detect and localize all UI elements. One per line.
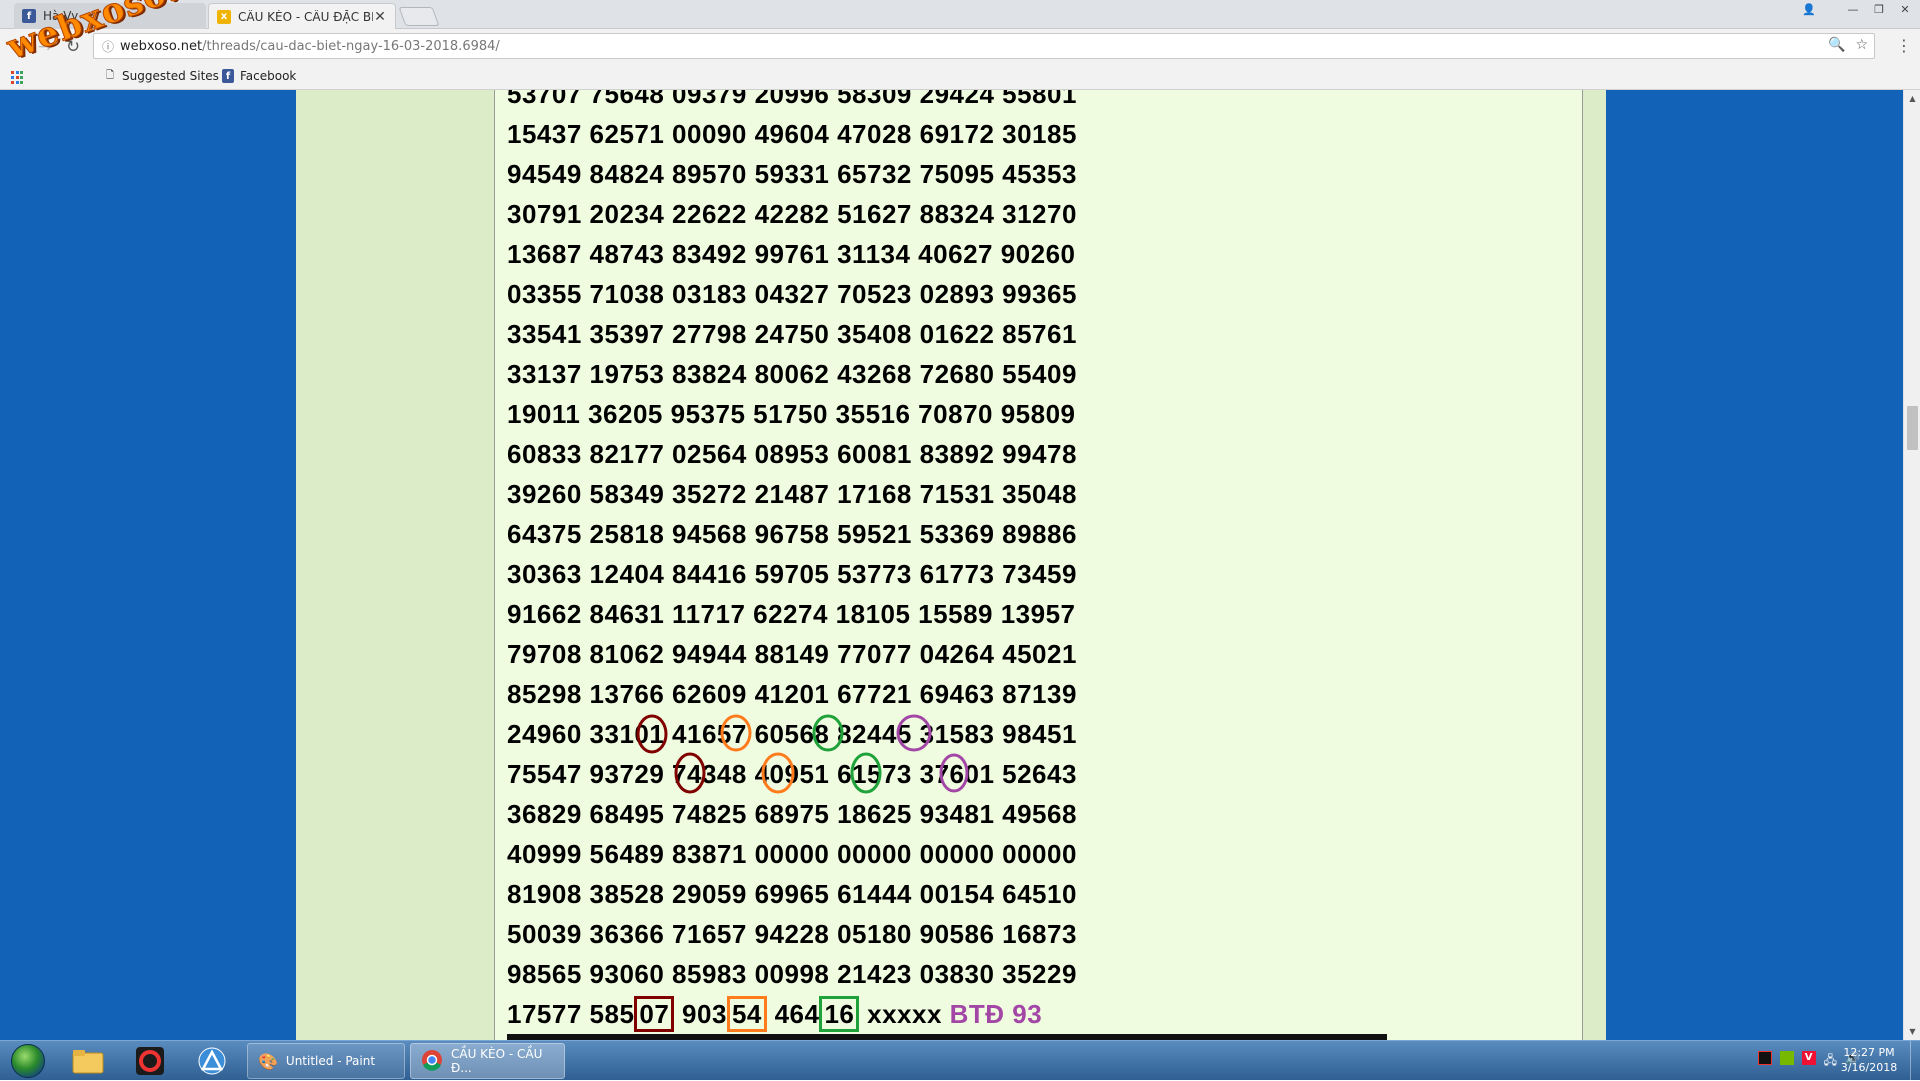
webxoso-icon: x [217,9,231,24]
number-row: 36829 68495 74825 68975 18625 93481 4956… [507,799,1077,829]
number-row: 81908 38528 29059 69965 61444 00154 6451… [507,879,1077,909]
scroll-up-icon[interactable]: ▲ [1904,90,1920,107]
number-row: 64375 25818 94568 96758 59521 53369 8988… [507,519,1077,549]
highlight-box-green: 16 [819,996,860,1032]
number-row: 85298 13766 62609 41201 67721 69463 8713… [507,679,1077,709]
result-row: 17577 585 07 903 54 464 16 xxxxx BTĐ 93 [507,994,1077,1034]
number-row: 03355 71038 03183 04327 70523 02893 9936… [507,279,1077,309]
tab-strip: f Hà Vy x CẦU KÈO - CẦU ĐẶC BIỆ ✕ 👤 — ❐ … [0,0,1920,29]
number-row: 30791 20234 22622 42282 51627 88324 3127… [507,199,1077,229]
right-column [1582,90,1606,1040]
tab-webxoso[interactable]: x CẦU KÈO - CẦU ĐẶC BIỆ ✕ [208,3,396,29]
url-host: webxoso.net [120,38,203,54]
url-path: /threads/cau-dac-biet-ngay-16-03-2018.69… [202,38,500,54]
number-row: 33541 35397 27798 24750 35408 01622 8576… [507,319,1077,349]
row-text: 17577 585 [507,999,635,1029]
bookmark-facebook[interactable]: f Facebook [222,69,296,83]
number-grid: 53707 75648 09379 20996 58309 29424 5580… [507,90,1077,1034]
page-scrollbar[interactable]: ▲ ▼ [1903,90,1920,1040]
garena-icon[interactable] [125,1044,175,1078]
close-icon[interactable]: ✕ [373,9,387,25]
task-label: Untitled - Paint [285,1054,376,1068]
facebook-icon: f [222,69,234,83]
task-label: CẦU KÈO - CẦU Đ... [451,1047,543,1075]
left-column [296,90,495,1040]
restore-icon[interactable]: ❐ [1866,0,1892,18]
scroll-down-icon[interactable]: ▼ [1904,1023,1920,1040]
number-row: 75547 93729 74348 40951 61573 37601 5264… [507,759,1077,789]
number-row: 30363 12404 84416 59705 53773 61773 7345… [507,559,1077,589]
user-icon[interactable]: 👤 [1796,0,1822,18]
folder-icon[interactable] [63,1044,113,1078]
address-bar[interactable]: ⓘ webxoso.net/threads/cau-dac-biet-ngay-… [93,33,1875,59]
btd-label: BTĐ 93 [949,999,1043,1029]
bookmarks-bar: 🗋 Suggested Sites f Facebook [0,65,1920,90]
window-close-icon[interactable]: ✕ [1892,0,1918,18]
number-row: 13687 48743 83492 99761 31134 40627 9026… [507,239,1076,269]
tab-label: CẦU KÈO - CẦU ĐẶC BIỆ [238,9,373,24]
number-row: 98565 93060 85983 00998 21423 03830 3522… [507,959,1077,989]
highlight-box-orange: 54 [726,996,767,1032]
bookmark-label: Facebook [240,69,297,83]
number-row: 79708 81062 94944 88149 77077 04264 4502… [507,639,1077,669]
tray-nvidia-icon[interactable] [1779,1051,1794,1065]
clock-date: 3/16/2018 [1840,1061,1898,1074]
zoom-icon[interactable]: 🔍 [1828,37,1845,53]
bookmark-star-icon[interactable]: ☆ [1855,37,1868,53]
clock[interactable]: 12:27 PM 3/16/2018 [1832,1045,1906,1075]
highlight-box-red: 07 [634,996,675,1032]
number-row: 94549 84824 89570 59331 65732 75095 4535… [507,159,1077,189]
number-row: 40999 56489 83871 00000 00000 00000 0000… [507,839,1077,869]
row-text: 903 [674,999,727,1029]
page-icon: 🗋 [105,69,115,81]
clock-time: 12:27 PM [1843,1046,1895,1059]
number-row: 15437 62571 00090 49604 47028 69172 3018… [507,119,1077,149]
new-tab-button[interactable] [398,7,440,26]
row-text: xxxxx [859,999,950,1029]
taskbar: 🎨 Untitled - Paint CẦU KÈO - CẦU Đ... V … [0,1040,1920,1081]
menu-icon[interactable]: ⋮ [1896,36,1912,55]
start-button[interactable] [4,1042,52,1080]
minimize-icon[interactable]: — [1840,0,1866,18]
info-icon[interactable]: ⓘ [102,38,114,55]
taskbar-chrome[interactable]: CẦU KÈO - CẦU Đ... [410,1043,565,1079]
number-row: 39260 58349 35272 21487 17168 71531 3504… [507,479,1077,509]
number-row: 33137 19753 83824 80062 43268 72680 5540… [507,359,1077,389]
row-text: 464 [766,999,820,1029]
number-row: 19011 36205 95375 51750 35516 70870 9580… [507,399,1076,429]
taskbar-paint[interactable]: 🎨 Untitled - Paint [247,1043,405,1079]
app-triangle-icon[interactable] [187,1044,237,1078]
number-row: 53707 75648 09379 20996 58309 29424 5580… [507,90,1077,109]
tray-garena-icon[interactable] [1757,1051,1772,1065]
number-row: 91662 84631 11717 62274 18105 15589 1395… [507,599,1076,629]
apps-icon[interactable] [11,71,24,84]
scroll-thumb[interactable] [1907,406,1918,450]
bookmark-suggested-sites[interactable]: 🗋 Suggested Sites [104,69,219,83]
page-viewport: 53707 75648 09379 20996 58309 29424 5580… [0,90,1903,1040]
browser-toolbar: ← → ↻ ⓘ webxoso.net/threads/cau-dac-biet… [0,29,1920,65]
number-row: 50039 36366 71657 94228 05180 90586 1687… [507,919,1077,949]
chrome-icon [421,1049,443,1074]
bookmark-label: Suggested Sites [122,69,219,83]
number-row: 24960 33101 41657 60568 82445 31583 9845… [507,719,1077,749]
number-row: 60833 82177 02564 08953 60081 83892 9947… [507,439,1077,469]
content-container: 53707 75648 09379 20996 58309 29424 5580… [296,90,1606,1040]
windows-orb-icon [11,1044,45,1078]
show-desktop-button[interactable] [1910,1041,1920,1081]
paint-icon: 🎨 [258,1051,278,1071]
tray-antivirus-icon[interactable]: V [1801,1051,1816,1065]
